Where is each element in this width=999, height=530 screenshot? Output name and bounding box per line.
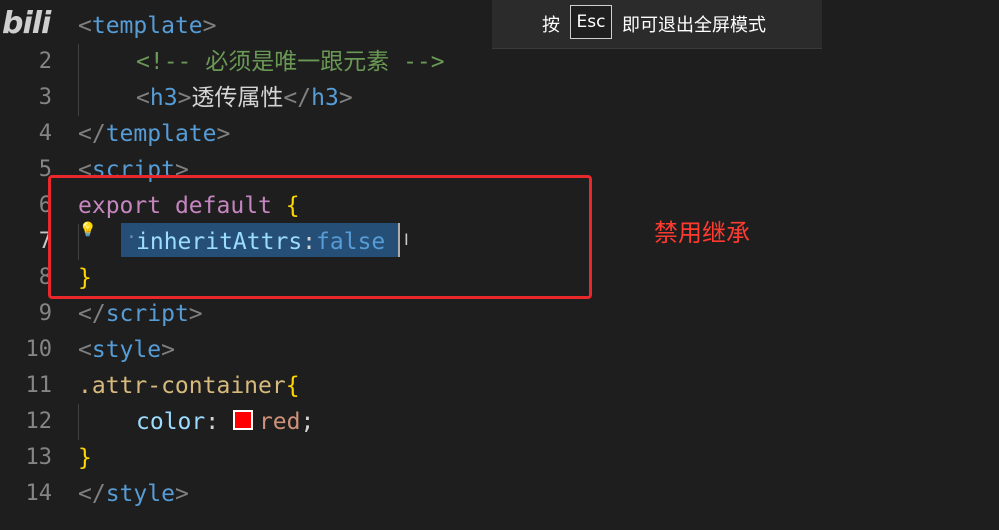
banner-press-text: 按 bbox=[542, 15, 560, 36]
line-number: 9 bbox=[38, 301, 52, 326]
fullscreen-exit-banner: 按 Esc 即可退出全屏模式 bbox=[492, 0, 822, 49]
tag-name: template bbox=[105, 121, 217, 147]
line-number: 2 bbox=[38, 49, 52, 74]
indent-guide bbox=[78, 404, 79, 440]
tag-bracket: </ bbox=[78, 121, 106, 147]
tag-bracket: > bbox=[161, 337, 175, 363]
code-line-14[interactable]: </style> bbox=[78, 476, 189, 512]
css-selector: .attr-container bbox=[78, 373, 286, 399]
tag-bracket: </ bbox=[283, 85, 312, 111]
brace: { bbox=[285, 373, 300, 399]
tag-bracket: > bbox=[174, 481, 189, 507]
tag-bracket: > bbox=[338, 85, 353, 111]
tag-bracket: < bbox=[78, 337, 92, 363]
code-line-11[interactable]: .attr-container{ bbox=[78, 368, 300, 404]
annotation-highlight-box bbox=[48, 175, 592, 299]
code-line-10[interactable]: <style> bbox=[78, 332, 175, 368]
tag-bracket: </ bbox=[78, 481, 106, 507]
css-property: color bbox=[136, 409, 206, 435]
code-line-13[interactable]: } bbox=[78, 440, 92, 476]
line-number: 14 bbox=[25, 481, 53, 506]
code-line-4[interactable]: </template> bbox=[78, 116, 230, 152]
tag-name: template bbox=[91, 13, 203, 39]
line-number: 10 bbox=[25, 337, 53, 362]
tag-bracket: > bbox=[177, 85, 192, 111]
line-number: 12 bbox=[25, 409, 53, 434]
tag-name: h3 bbox=[311, 85, 339, 111]
color-swatch-icon[interactable] bbox=[232, 410, 253, 430]
code-line-2[interactable]: <!-- 必须是唯一跟元素 --> bbox=[136, 44, 445, 80]
tag-name: style bbox=[105, 481, 175, 507]
tag-bracket: </ bbox=[78, 301, 106, 327]
line-number: 8 bbox=[38, 265, 52, 290]
line-number: 3 bbox=[38, 85, 52, 110]
line-number: 13 bbox=[25, 445, 53, 470]
tag-name: h3 bbox=[149, 85, 178, 111]
tag-bracket: < bbox=[78, 13, 92, 39]
css-value: red bbox=[258, 409, 301, 435]
indent-guide bbox=[78, 44, 79, 116]
line-number: 5 bbox=[38, 157, 52, 182]
code-comment: <!-- 必须是唯一跟元素 --> bbox=[136, 49, 445, 75]
brace: } bbox=[78, 445, 92, 471]
esc-key-badge: Esc bbox=[570, 5, 612, 39]
annotation-label: 禁用继承 bbox=[654, 219, 750, 247]
line-number-active: 7 bbox=[38, 229, 52, 254]
line-number: 11 bbox=[25, 373, 53, 398]
tag-bracket: > bbox=[188, 301, 203, 327]
colon: : bbox=[205, 409, 233, 435]
tag-name: script bbox=[105, 301, 189, 327]
tag-bracket: > bbox=[202, 13, 217, 39]
line-number: 6 bbox=[38, 193, 52, 218]
tag-bracket: > bbox=[216, 121, 231, 147]
banner-hint-text: 即可退出全屏模式 bbox=[622, 15, 766, 36]
line-number: 4 bbox=[38, 121, 52, 146]
tag-text: 透传属性 bbox=[191, 85, 284, 111]
bilibili-logo: bili bbox=[2, 6, 51, 41]
tag-name: style bbox=[91, 337, 162, 363]
semicolon: ; bbox=[300, 409, 315, 435]
code-line-3[interactable]: <h3>透传属性</h3> bbox=[136, 80, 353, 116]
code-line-1[interactable]: <template> bbox=[78, 8, 217, 44]
code-line-12[interactable]: color: red; bbox=[136, 404, 314, 440]
tag-bracket: < bbox=[136, 85, 150, 111]
code-line-9[interactable]: </script> bbox=[78, 296, 203, 332]
